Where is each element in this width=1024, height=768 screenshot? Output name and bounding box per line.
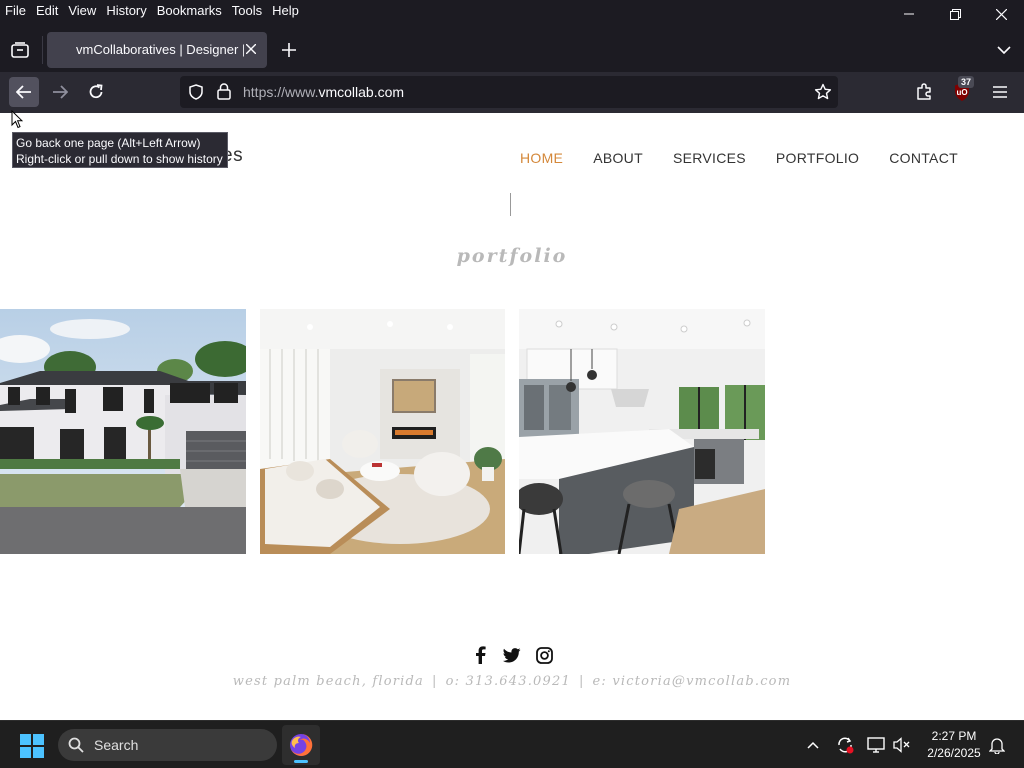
network-monitor-icon <box>867 737 885 753</box>
reload-icon <box>89 84 103 99</box>
chevron-up-icon <box>807 741 819 749</box>
forward-button[interactable] <box>45 77 75 107</box>
kitchen-photo[interactable] <box>519 309 765 554</box>
footer-phone: o: 313.643.0921 <box>445 674 571 689</box>
arrow-left-icon <box>16 85 31 99</box>
system-clock[interactable]: 2:27 PM 2/26/2025 <box>920 728 988 762</box>
tab-strip: vmCollaboratives | Designer | W <box>0 28 1024 72</box>
back-button-tooltip: Go back one page (Alt+Left Arrow) Right-… <box>12 132 228 168</box>
extension-badge: 37 <box>958 76 975 88</box>
url-prefix: https://www. <box>243 84 319 100</box>
taskbar-firefox-button[interactable] <box>282 725 320 765</box>
web-page: es HOME ABOUT SERVICES PORTFOLIO CONTACT… <box>0 113 1024 720</box>
house-exterior-photo[interactable] <box>0 309 246 554</box>
twitter-link[interactable] <box>502 645 522 665</box>
new-tab-button[interactable] <box>278 39 300 61</box>
windows-logo-icon <box>20 734 44 758</box>
back-button[interactable] <box>9 77 39 107</box>
nav-contact-link[interactable]: CONTACT <box>889 150 958 166</box>
taskbar-search-box[interactable]: Search <box>58 729 277 761</box>
tracking-protection-shield-icon[interactable] <box>188 84 204 105</box>
app-menu-button[interactable] <box>985 77 1015 107</box>
firefox-view-icon <box>11 42 29 58</box>
url-text: https://www.vmcollab.com <box>243 84 404 100</box>
close-icon <box>995 8 1007 20</box>
url-domain: vmcollab.com <box>318 84 405 100</box>
sync-alert-icon <box>838 737 854 754</box>
search-label: Search <box>94 737 139 753</box>
svg-text:uO: uO <box>956 88 967 97</box>
menu-tools[interactable]: Tools <box>227 0 267 22</box>
instagram-link[interactable] <box>534 645 554 665</box>
clock-time: 2:27 PM <box>931 729 977 743</box>
bell-icon <box>989 738 1005 754</box>
menu-bookmarks[interactable]: Bookmarks <box>152 0 227 22</box>
firefox-view-button[interactable] <box>8 38 32 62</box>
reload-button[interactable] <box>81 77 111 107</box>
twitter-icon <box>503 647 521 662</box>
arrow-right-icon <box>53 85 68 99</box>
facebook-icon <box>476 646 486 664</box>
facebook-link[interactable] <box>470 645 490 665</box>
clock-date: 2/26/2025 <box>927 746 981 760</box>
search-icon <box>68 737 84 756</box>
navigation-toolbar: https://www.vmcollab.com uO <box>0 72 1024 113</box>
close-window-button[interactable] <box>978 0 1024 28</box>
menu-edit[interactable]: Edit <box>31 0 63 22</box>
instagram-icon <box>535 646 553 664</box>
footer-separator: | <box>432 674 438 689</box>
nav-about-link[interactable]: ABOUT <box>593 150 643 166</box>
plus-icon <box>282 43 296 57</box>
footer-contact-info: west palm beach, florida | o: 313.643.0921… <box>0 674 1024 689</box>
vertical-divider <box>510 193 511 216</box>
lock-icon[interactable] <box>217 83 231 105</box>
firefox-icon <box>290 733 313 756</box>
tab-close-button[interactable] <box>243 40 259 58</box>
footer-location: west palm beach, florida <box>232 674 425 689</box>
mouse-cursor <box>11 109 24 134</box>
windows-taskbar: Search 2:27 PM 2/26/2025 <box>0 720 1024 768</box>
menu-file[interactable]: File <box>0 0 31 22</box>
sync-status-button[interactable] <box>835 735 855 755</box>
menu-help[interactable]: Help <box>267 0 304 22</box>
nav-home-link[interactable]: HOME <box>520 150 563 166</box>
star-icon <box>814 83 832 100</box>
menu-bar: File Edit View History Bookmarks Tools H… <box>0 0 1024 22</box>
show-hidden-icons-button[interactable] <box>803 735 823 755</box>
nav-services-link[interactable]: SERVICES <box>673 150 746 166</box>
restore-button[interactable] <box>932 0 978 28</box>
section-heading: portfolio <box>456 245 568 267</box>
tab-separator <box>42 36 43 64</box>
tab-title: vmCollaboratives | Designer | W <box>76 42 244 57</box>
list-all-tabs-button[interactable] <box>994 40 1014 60</box>
minimize-icon <box>904 13 914 15</box>
speaker-muted-icon <box>893 737 910 753</box>
footer-email[interactable]: e: victoria@vmcollab.com <box>593 674 792 689</box>
tooltip-line-1: Go back one page (Alt+Left Arrow) <box>16 136 201 150</box>
footer-separator: | <box>578 674 585 689</box>
window-controls <box>886 0 1024 28</box>
bookmark-star-button[interactable] <box>814 83 832 106</box>
start-button[interactable] <box>20 734 44 758</box>
nav-portfolio-link[interactable]: PORTFOLIO <box>776 150 859 166</box>
network-button[interactable] <box>866 735 886 755</box>
active-app-indicator <box>294 760 308 763</box>
extensions-button[interactable] <box>909 77 939 107</box>
menu-history[interactable]: History <box>101 0 151 22</box>
notifications-button[interactable] <box>987 735 1007 755</box>
restore-icon <box>949 8 961 20</box>
living-room-photo[interactable] <box>260 309 505 554</box>
address-bar[interactable]: https://www.vmcollab.com <box>180 76 838 108</box>
chevron-down-icon <box>997 46 1011 54</box>
hamburger-menu-icon <box>993 86 1007 98</box>
tooltip-line-2: Right-click or pull down to show history <box>16 152 223 166</box>
minimize-button[interactable] <box>886 0 932 28</box>
close-icon <box>246 44 256 54</box>
puzzle-icon <box>917 83 931 100</box>
site-navigation: HOME ABOUT SERVICES PORTFOLIO CONTACT <box>520 150 988 166</box>
tab-active[interactable]: vmCollaboratives | Designer | W <box>47 32 267 68</box>
volume-button[interactable] <box>892 735 912 755</box>
menu-view[interactable]: View <box>63 0 101 22</box>
